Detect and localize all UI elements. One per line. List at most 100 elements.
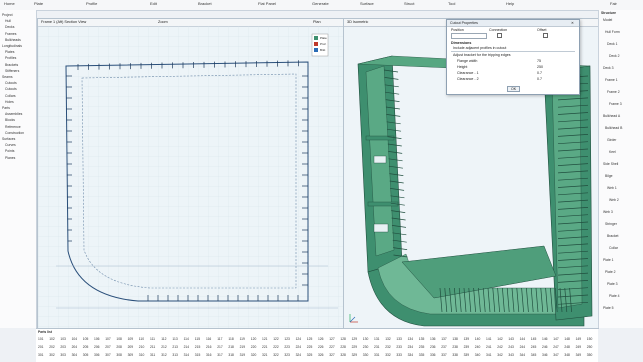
ribbon-tab-plate[interactable]: Plate	[34, 1, 43, 6]
structure-tree-item[interactable]: Bulkhead B	[605, 126, 622, 130]
structure-tree-item[interactable]: Frame 1	[605, 78, 618, 82]
table-cell: 136	[430, 337, 436, 341]
dimensions-divider	[451, 51, 575, 52]
structure-tree-item[interactable]: Collar	[609, 246, 618, 250]
flange-width-value[interactable]: 75	[537, 59, 541, 63]
structure-tree-item[interactable]: Model	[603, 18, 612, 22]
tree-item[interactable]: Brackets	[5, 63, 18, 67]
structure-tree-item[interactable]: Side Shell	[603, 162, 618, 166]
ribbon-tab-help[interactable]: Help	[506, 1, 514, 6]
tree-item[interactable]: Cutouts	[5, 87, 17, 91]
tree-item[interactable]: Plates	[5, 50, 14, 54]
section-drawing	[38, 26, 343, 328]
table-cell: 244	[519, 345, 526, 349]
table-cell: 209	[127, 345, 134, 349]
tree-item[interactable]: Parts	[2, 106, 10, 110]
ribbon-tab-edit[interactable]: Edit	[150, 1, 157, 6]
structure-tree-item[interactable]: Web 3	[603, 210, 613, 214]
structure-tree-item[interactable]: Bilge	[605, 174, 613, 178]
table-cell: 102	[49, 337, 55, 341]
ok-button[interactable]: OK	[507, 86, 521, 92]
adjust-bracket-option[interactable]: Adjust bracket for the tripping edges	[453, 53, 511, 57]
table-cell: 349	[575, 353, 582, 357]
ribbon-tab-struct[interactable]: Struct	[404, 1, 414, 6]
ribbon-tab-bracket[interactable]: Bracket	[198, 1, 212, 6]
table-cell: 111	[150, 337, 156, 341]
table-cell: 302	[49, 353, 55, 357]
structure-tree-item[interactable]: Keel	[609, 150, 616, 154]
tree-item[interactable]: Construction	[5, 131, 24, 135]
tree-item[interactable]: Hull	[5, 19, 11, 23]
structure-tree-item[interactable]: Bulkhead A	[603, 114, 620, 118]
ribbon-tab-surface[interactable]: Surface	[360, 1, 374, 6]
structure-tree-item[interactable]: Frame 3	[609, 102, 622, 106]
position-select[interactable]	[451, 33, 487, 39]
table-cell: 233	[396, 345, 402, 349]
parts-list-header: Parts list	[38, 330, 52, 334]
close-icon[interactable]: ✕	[571, 21, 574, 25]
structure-tree-item[interactable]: Plate 1	[603, 258, 614, 262]
tree-item[interactable]: Planes	[5, 156, 15, 160]
table-cell: 245	[530, 345, 537, 349]
structure-tree-item[interactable]: Stringer	[605, 222, 617, 226]
tree-item[interactable]: Stiffeners	[5, 69, 19, 73]
structure-tree-item[interactable]: Hull Form	[605, 30, 620, 34]
structure-tree-item[interactable]: Deck 3	[603, 66, 614, 70]
plan-view-button[interactable]: Plan	[313, 20, 321, 24]
tree-item[interactable]: Holes	[5, 100, 14, 104]
zoom-control[interactable]: Zoom	[158, 20, 168, 24]
table-cell: 339	[463, 353, 470, 357]
table-cell: 304	[71, 353, 78, 357]
structure-tree-item[interactable]: Deck 1	[607, 42, 618, 46]
tree-item[interactable]: Profiles	[5, 56, 16, 60]
structure-tree-item[interactable]: Bracket	[607, 234, 619, 238]
structure-tree-item[interactable]: Plate 4	[609, 294, 620, 298]
tree-item[interactable]: Reference	[5, 125, 21, 129]
clearance-2-value[interactable]: 0.7	[537, 77, 542, 81]
dialog-titlebar[interactable]: Cutout Properties ✕	[447, 20, 579, 27]
structure-tree-item[interactable]: Web 2	[609, 198, 619, 202]
tree-item[interactable]: Assemblies	[5, 112, 22, 116]
tree-item[interactable]: Points	[5, 149, 14, 153]
tree-item[interactable]: Decks	[5, 25, 14, 29]
tree-item[interactable]: Cutouts	[5, 81, 17, 85]
structure-tree-item[interactable]: Plate 2	[605, 270, 616, 274]
tree-item[interactable]: Curves	[5, 143, 16, 147]
structure-tree-item[interactable]: Girder	[607, 138, 616, 142]
clearance-1-value[interactable]: 0.7	[537, 71, 542, 75]
structure-tree-item[interactable]: Web 1	[607, 186, 617, 190]
tree-item[interactable]: Collars	[5, 94, 16, 98]
section-viewport[interactable]: Frame 1 (Aft) Section View Zoom Plan Pla…	[37, 18, 344, 329]
structure-tree-item[interactable]: Plate 5	[603, 306, 614, 310]
structure-tree-item[interactable]: Frame 2	[607, 90, 620, 94]
height-value[interactable]: 250	[537, 65, 543, 69]
tree-item[interactable]: Longitudinals	[2, 44, 22, 48]
ribbon-tab-profile[interactable]: Profile	[86, 1, 97, 6]
tree-item[interactable]: Frames	[5, 32, 17, 36]
ribbon-tab-flat-panel[interactable]: Flat Panel	[258, 1, 276, 6]
cutout-properties-dialog[interactable]: Cutout Properties ✕ Position Connection …	[446, 19, 580, 95]
structure-tree-item[interactable]: Deck 2	[609, 54, 620, 58]
model-tree-panel: Project Hull Decks Frames Bulkheads Longitudi…	[0, 10, 37, 328]
ribbon-tab-generate[interactable]: Generate	[312, 1, 329, 6]
table-cell: 326	[318, 353, 324, 357]
tree-item[interactable]: Bulkheads	[5, 38, 21, 42]
offset-checkbox[interactable]	[543, 33, 548, 38]
structure-tree-item[interactable]: Plate 3	[607, 282, 618, 286]
table-cell: 311	[150, 353, 156, 357]
table-cell: 242	[497, 345, 503, 349]
tree-item[interactable]: Surfaces	[2, 137, 15, 141]
table-cell: 135	[418, 337, 425, 341]
ribbon-tab-tool[interactable]: Tool	[448, 1, 455, 6]
connection-checkbox[interactable]	[497, 33, 502, 38]
tree-item[interactable]: Seams	[2, 75, 13, 79]
table-cell: 229	[351, 345, 358, 349]
ribbon-tab-home[interactable]: Home	[4, 1, 15, 6]
include-profiles-option[interactable]: Include adjacent profiles in cutout	[453, 46, 506, 50]
tree-item[interactable]: Blocks	[5, 118, 15, 122]
ribbon-right-label[interactable]: Fair	[610, 1, 617, 6]
table-cell: 301	[38, 353, 44, 357]
table-cell: 114	[183, 337, 189, 341]
tree-item[interactable]: Project	[2, 13, 13, 17]
table-cell: 327	[329, 353, 335, 357]
